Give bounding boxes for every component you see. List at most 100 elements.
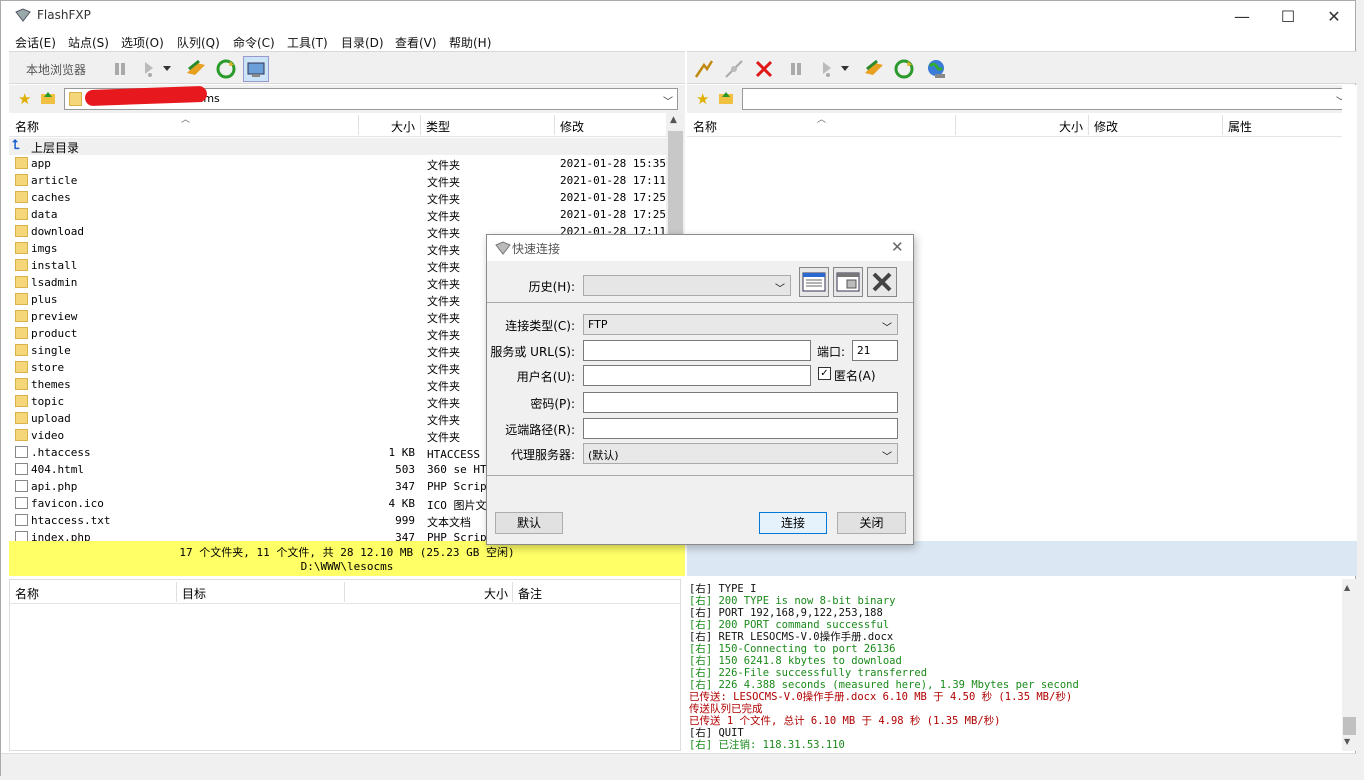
conn-type-value: FTP [588, 318, 608, 331]
local-browser-label[interactable]: 本地浏览器 [26, 61, 86, 78]
col-size[interactable]: 大小 [391, 118, 415, 135]
refresh-icon[interactable] [213, 56, 239, 82]
favorites-star-icon[interactable]: ★ [18, 90, 31, 108]
chevron-down-icon: ﹀ [882, 452, 892, 463]
server-url-input[interactable] [583, 340, 811, 361]
quick-connect-list-button[interactable] [833, 267, 863, 297]
pause-icon[interactable] [107, 56, 133, 82]
file-name: caches [31, 191, 71, 204]
log-line: 已传送: LESOCMS-V.0操作手册.docx 6.10 MB 于 4.50… [689, 691, 1073, 703]
col-modified[interactable]: 修改 [1094, 118, 1118, 135]
password-input[interactable] [583, 392, 898, 413]
close-button[interactable]: 关闭 [837, 512, 906, 534]
dialog-title-bar: 快速连接 ✕ [487, 235, 913, 261]
username-input[interactable] [583, 365, 811, 386]
chevron-down-icon[interactable]: ﹀ [663, 93, 673, 108]
history-select[interactable]: ﹀ [583, 275, 791, 296]
transfer-icon[interactable] [137, 56, 163, 82]
queue-col-target[interactable]: 目标 [182, 585, 206, 602]
remote-path-input[interactable] [583, 418, 898, 439]
up-dir-label: 上层目录 [31, 141, 80, 155]
file-row[interactable]: article 文件夹 2021-01-28 17:11 [9, 172, 666, 189]
menu-session[interactable]: 会话(E) [15, 34, 56, 51]
log-line: [右] 200 PORT command successful [689, 619, 890, 631]
queue-col-notes[interactable]: 备注 [518, 585, 542, 602]
file-name: upload [31, 412, 71, 425]
left-toolbar: 本地浏览器 [9, 51, 685, 84]
local-browser-icon[interactable] [243, 56, 269, 82]
dropdown-arrow-icon[interactable] [161, 56, 173, 82]
transfer-icon[interactable] [815, 56, 841, 82]
favorites-star-icon[interactable]: ★ [696, 90, 709, 108]
file-row[interactable]: caches 文件夹 2021-01-28 17:25 [9, 189, 666, 206]
column-divider [554, 115, 555, 135]
col-size[interactable]: 大小 [1059, 118, 1083, 135]
connect-icon[interactable] [691, 56, 717, 82]
connect-button[interactable]: 连接 [759, 512, 827, 534]
anonymous-checkbox[interactable]: ✓ [818, 367, 831, 380]
col-name[interactable]: 名称 [693, 118, 717, 135]
scroll-down-icon[interactable]: ▼ [1344, 737, 1350, 746]
log-line: [右] 150 6241.8 kbytes to download [689, 655, 902, 667]
col-name[interactable]: 名称 [15, 118, 39, 135]
refresh-icon[interactable] [891, 56, 917, 82]
folder-icon [15, 327, 28, 339]
default-button[interactable]: 默认 [495, 512, 563, 534]
menu-sites[interactable]: 站点(S) [68, 34, 109, 51]
menu-view[interactable]: 查看(V) [395, 34, 437, 51]
queue-col-name[interactable]: 名称 [15, 585, 39, 602]
queue-col-size[interactable]: 大小 [484, 585, 508, 602]
up-folder-icon[interactable] [718, 90, 734, 109]
column-divider [358, 115, 359, 135]
up-folder-icon[interactable] [40, 90, 56, 109]
file-size: 503 [395, 463, 415, 476]
abort-icon[interactable] [751, 56, 777, 82]
remote-path-combo[interactable]: ﹀ [742, 88, 1351, 110]
maximize-button[interactable]: ☐ [1265, 1, 1311, 31]
menu-options[interactable]: 选项(O) [121, 34, 164, 51]
col-modified[interactable]: 修改 [560, 118, 584, 135]
close-window-button[interactable]: ✕ [1311, 1, 1357, 31]
log-line: [右] 226-File successfully transferred [689, 667, 928, 679]
menu-help[interactable]: 帮助(H) [449, 34, 491, 51]
log-scrollbar[interactable]: ▲ ▼ [1342, 579, 1357, 751]
proxy-select[interactable]: (默认) ﹀ [583, 443, 898, 464]
globe-icon[interactable] [923, 56, 949, 82]
file-name: product [31, 327, 78, 340]
dropdown-arrow-icon[interactable] [839, 56, 851, 82]
menu-queue[interactable]: 队列(Q) [177, 34, 220, 51]
col-attributes[interactable]: 属性 [1228, 118, 1252, 135]
file-row[interactable]: data 文件夹 2021-01-28 17:25 [9, 206, 666, 223]
scroll-up-icon[interactable]: ▲ [1344, 583, 1350, 592]
scroll-up-icon[interactable]: ▲ [670, 115, 677, 125]
folder-icon [15, 293, 28, 305]
menu-commands[interactable]: 命令(C) [233, 34, 275, 51]
column-divider [420, 115, 421, 135]
dialog-close-icon[interactable]: ✕ [891, 238, 904, 256]
clear-history-button[interactable] [867, 267, 897, 297]
compare-icon[interactable] [861, 56, 887, 82]
chevron-down-icon: ﹀ [775, 284, 785, 295]
file-icon [15, 514, 28, 526]
session-log: [右] TYPE I [右] 200 TYPE is now 8-bit bina… [687, 579, 1342, 751]
scroll-thumb[interactable] [1343, 717, 1356, 735]
file-name: article [31, 174, 78, 187]
menu-tools[interactable]: 工具(T) [287, 34, 328, 51]
disconnect-icon[interactable] [721, 56, 747, 82]
minimize-button[interactable]: — [1219, 1, 1265, 31]
up-dir-row[interactable]: ⮤ 上层目录 [9, 138, 666, 155]
file-size: 1 KB [388, 446, 416, 459]
port-input[interactable]: 21 [852, 340, 898, 361]
col-type[interactable]: 类型 [426, 118, 450, 135]
history-label: 历史(H): [528, 280, 575, 294]
column-divider [512, 582, 513, 602]
folder-icon [15, 361, 28, 373]
pause-icon[interactable] [783, 56, 809, 82]
file-type: 文件夹 [427, 193, 460, 206]
conn-type-select[interactable]: FTP ﹀ [583, 314, 898, 335]
menu-directory[interactable]: 目录(D) [341, 34, 384, 51]
file-type: 文件夹 [427, 346, 460, 359]
site-manager-button[interactable] [799, 267, 829, 297]
file-row[interactable]: app 文件夹 2021-01-28 15:35 [9, 155, 666, 172]
compare-icon[interactable] [183, 56, 209, 82]
